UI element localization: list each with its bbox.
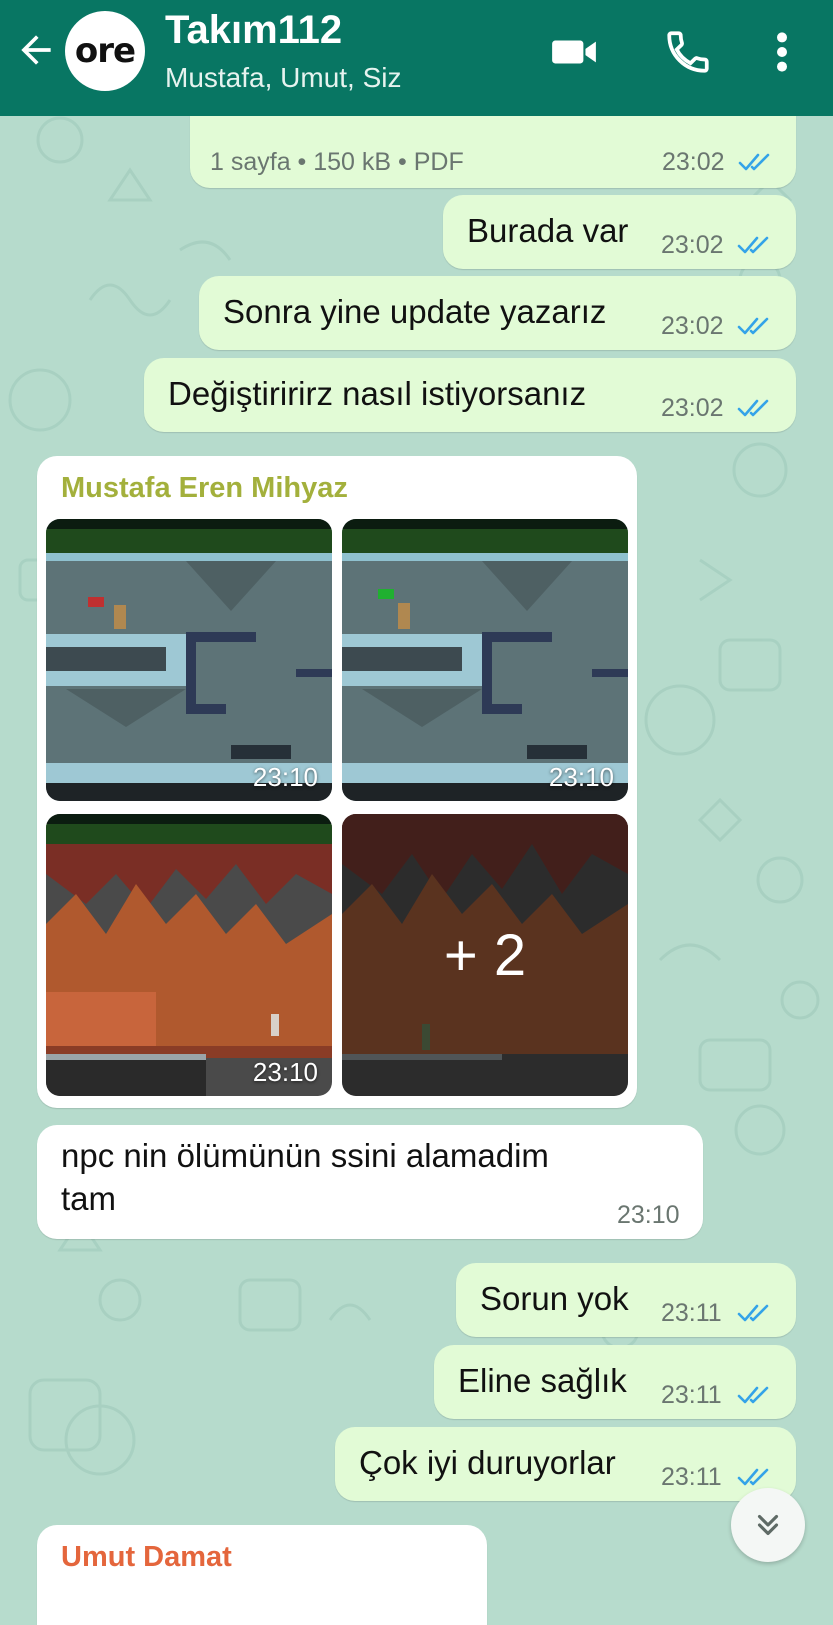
more-vertical-icon[interactable] xyxy=(770,27,794,77)
message-time: 23:02 xyxy=(661,231,724,259)
message-time: 23:10 xyxy=(617,1201,680,1229)
sender-name[interactable]: Umut Damat xyxy=(61,1541,232,1574)
message-bubble[interactable]: Umut Damat xyxy=(37,1525,487,1625)
more-photos-count: + 2 xyxy=(342,814,628,1096)
game-screenshot-image xyxy=(46,814,332,1096)
document-meta: 1 sayfa • 150 kB • PDF xyxy=(210,148,464,176)
double-check-icon xyxy=(737,399,769,417)
video-camera-icon[interactable] xyxy=(549,27,599,77)
message-bubble[interactable]: Burada var 23:02 xyxy=(443,195,796,269)
album-photo-1[interactable]: 23:10 xyxy=(46,519,332,801)
double-check-icon xyxy=(737,1386,769,1404)
message-bubble[interactable]: Değiştiririrz nasıl istiyorsanız 23:02 xyxy=(144,358,796,432)
album-photo-more[interactable]: + 2 xyxy=(342,814,628,1096)
photo-time: 23:10 xyxy=(252,762,318,792)
scroll-to-bottom-button[interactable] xyxy=(731,1488,805,1562)
message-text: Çok iyi duruyorlar xyxy=(359,1444,616,1481)
photo-time: 23:10 xyxy=(548,762,614,792)
message-text: Eline sağlık xyxy=(458,1362,627,1399)
message-text: Sorun yok xyxy=(480,1280,629,1317)
message-bubble[interactable]: Sonra yine update yazarız 23:02 xyxy=(199,276,796,350)
album-photo-2[interactable]: 23:10 xyxy=(342,519,628,801)
double-check-icon xyxy=(737,317,769,335)
double-check-icon xyxy=(737,1304,769,1322)
message-time: 23:02 xyxy=(661,394,724,422)
game-screenshot-image xyxy=(46,519,332,801)
chat-participants[interactable]: Mustafa, Umut, Siz xyxy=(165,62,402,94)
message-time: 23:11 xyxy=(661,1299,722,1327)
message-time: 23:11 xyxy=(661,1381,722,1409)
message-time: 23:02 xyxy=(662,148,725,176)
chat-header: ore Takım112 Mustafa, Umut, Siz xyxy=(0,0,833,116)
message-bubble[interactable]: npc nin ölümünün ssini alamadim tam 23:1… xyxy=(37,1125,703,1239)
message-text-line2: tam xyxy=(61,1180,117,1217)
avatar[interactable]: ore xyxy=(65,11,145,91)
message-time: 23:02 xyxy=(661,312,724,340)
message-bubble[interactable]: Sorun yok 23:11 xyxy=(456,1263,796,1337)
chevrons-down-icon xyxy=(757,1514,779,1536)
game-screenshot-image xyxy=(342,519,628,801)
double-check-icon xyxy=(737,236,769,254)
photo-time: 23:10 xyxy=(252,1057,318,1087)
arrow-left-icon[interactable] xyxy=(14,28,58,72)
double-check-icon xyxy=(738,153,770,171)
message-time: 23:11 xyxy=(661,1463,722,1491)
message-text: Değiştiririrz nasıl istiyorsanız xyxy=(168,375,587,412)
chat-title[interactable]: Takım112 xyxy=(165,8,342,53)
message-text: Sonra yine update yazarız xyxy=(223,293,607,330)
phone-icon[interactable] xyxy=(663,27,713,77)
album-photo-3[interactable]: 23:10 xyxy=(46,814,332,1096)
message-bubble[interactable]: Eline sağlık 23:11 xyxy=(434,1345,796,1419)
double-check-icon xyxy=(737,1468,769,1486)
message-text-line1: npc nin ölümünün ssini alamadim xyxy=(61,1137,549,1174)
album-message[interactable]: Mustafa Eren Mihyaz 23:10 23:10 23:10 + … xyxy=(37,456,637,1108)
message-text: Burada var xyxy=(467,212,629,249)
message-bubble[interactable]: Çok iyi duruyorlar 23:11 xyxy=(335,1427,796,1501)
sender-name[interactable]: Mustafa Eren Mihyaz xyxy=(61,472,348,505)
